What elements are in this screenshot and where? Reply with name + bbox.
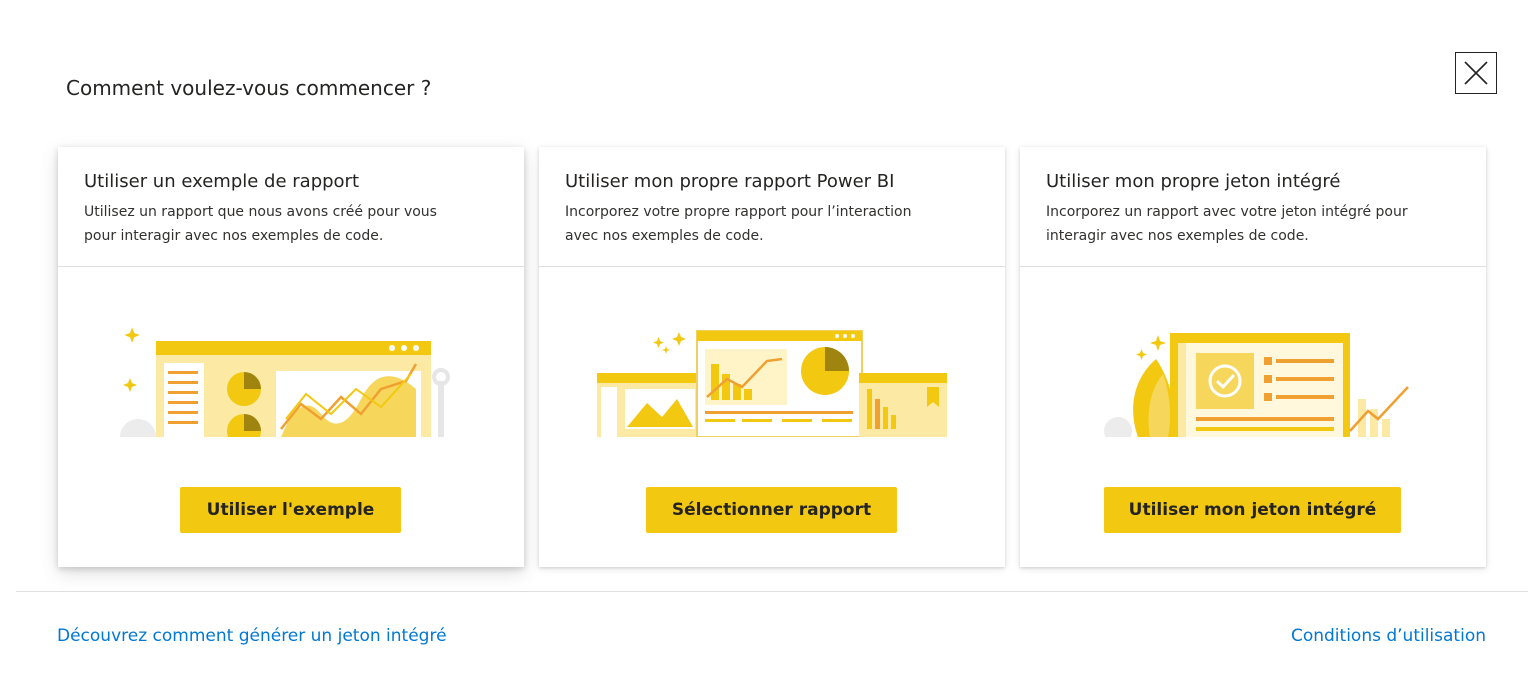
use-embed-token-button[interactable]: Utiliser mon jeton intégré: [1104, 487, 1401, 533]
learn-embed-token-link[interactable]: Découvrez comment générer un jeton intég…: [57, 626, 447, 646]
card-title: Utiliser mon propre jeton intégré: [1046, 171, 1341, 192]
card-description: Utilisez un rapport que nous avons créé …: [84, 200, 498, 248]
embed-token-card[interactable]: Utiliser mon propre jeton intégré Incorp…: [1020, 147, 1486, 567]
sample-report-illustration: [120, 327, 450, 437]
own-report-illustration: [597, 330, 947, 437]
card-description-line: Incorporez votre propre rapport pour l’i…: [565, 204, 912, 220]
sample-report-card[interactable]: Utiliser un exemple de rapport Utilisez …: [58, 147, 524, 567]
select-report-button[interactable]: Sélectionner rapport: [646, 487, 897, 533]
embed-token-illustration: [1104, 333, 1409, 437]
card-header: Utiliser mon propre jeton intégré Incorp…: [1020, 147, 1486, 267]
card-title: Utiliser mon propre rapport Power BI: [565, 171, 895, 192]
use-sample-button[interactable]: Utiliser l'exemple: [180, 487, 401, 533]
own-report-card[interactable]: Utiliser mon propre rapport Power BI Inc…: [539, 147, 1005, 567]
card-header: Utiliser un exemple de rapport Utilisez …: [58, 147, 524, 267]
close-button[interactable]: [1455, 52, 1497, 94]
footer-divider: [16, 591, 1528, 592]
dialog-title: Comment voulez-vous commencer ?: [66, 76, 432, 100]
card-description-line: pour interagir avec nos exemples de code…: [84, 228, 384, 244]
card-title: Utiliser un exemple de rapport: [84, 171, 360, 192]
card-header: Utiliser mon propre rapport Power BI Inc…: [539, 147, 1005, 267]
card-description-line: Incorporez un rapport avec votre jeton i…: [1046, 204, 1408, 220]
card-description-line: interagir avec nos exemples de code.: [1046, 228, 1309, 244]
card-description: Incorporez votre propre rapport pour l’i…: [565, 200, 979, 248]
card-description-line: Utilisez un rapport que nous avons créé …: [84, 204, 437, 220]
card-description-line: avec nos exemples de code.: [565, 228, 764, 244]
close-icon: [1464, 61, 1488, 85]
terms-of-use-link[interactable]: Conditions d’utilisation: [1291, 626, 1486, 646]
card-description: Incorporez un rapport avec votre jeton i…: [1046, 200, 1460, 248]
